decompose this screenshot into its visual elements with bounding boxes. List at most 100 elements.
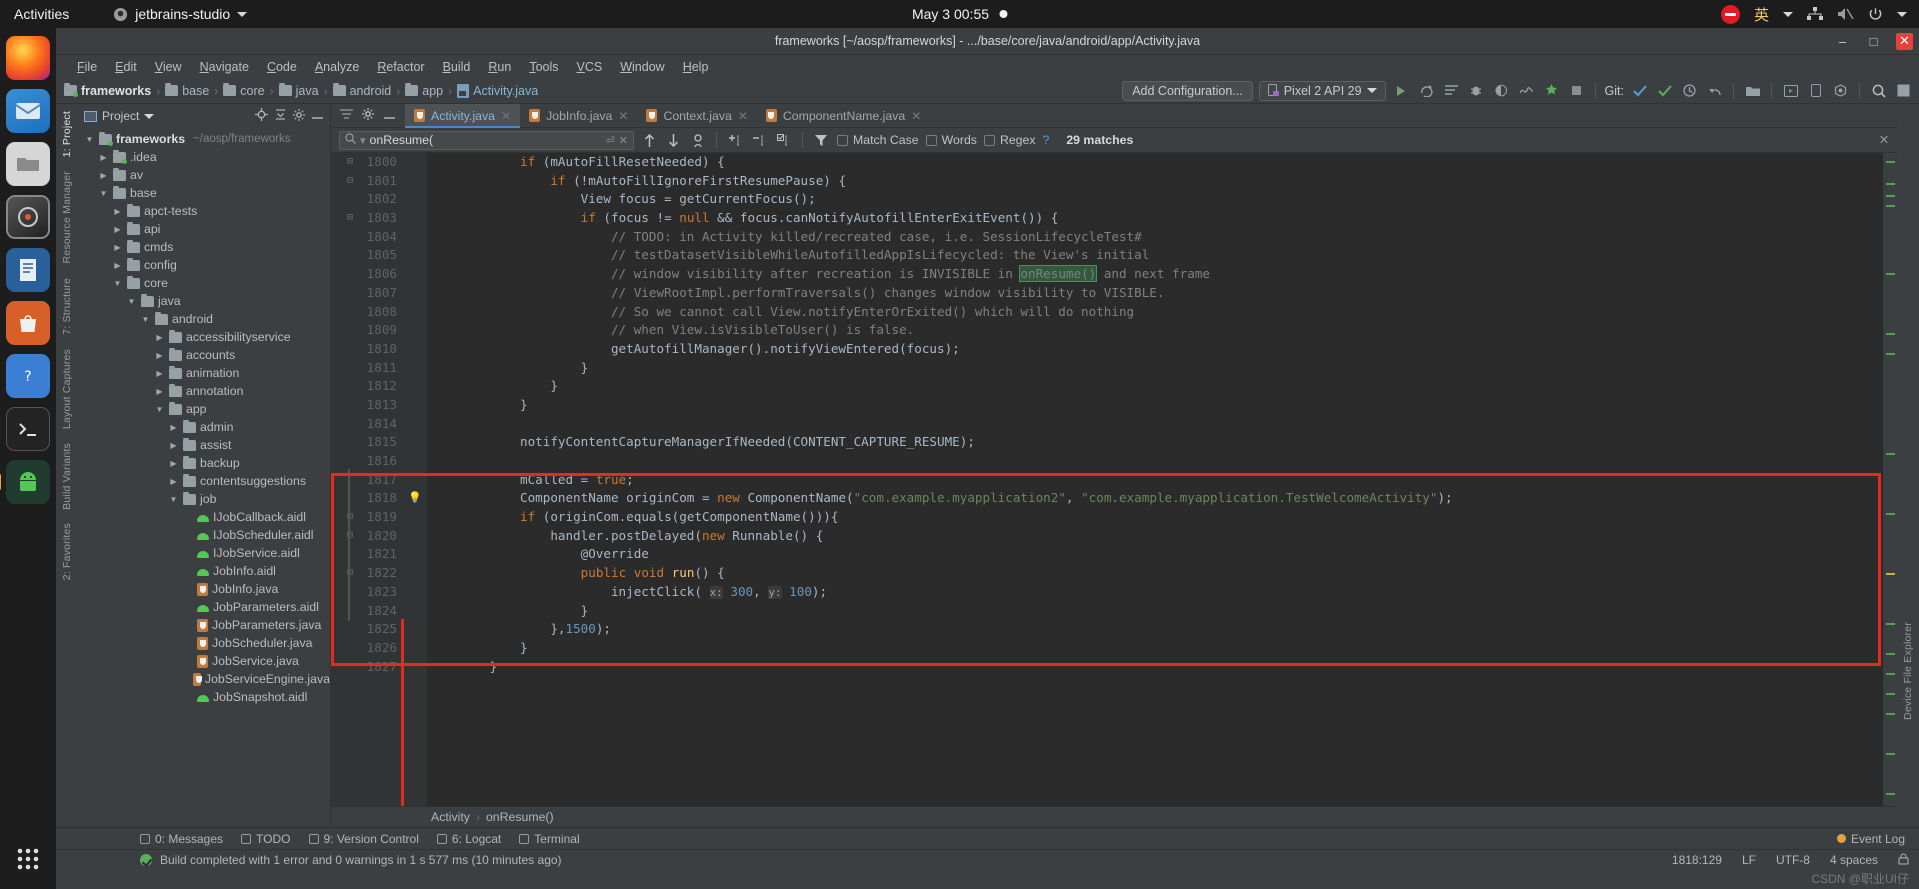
find-prev-icon[interactable]	[641, 132, 658, 149]
select-all-occurrences-icon[interactable]	[689, 132, 706, 149]
tree-node[interactable]: ▼ core	[78, 274, 330, 292]
tree-node[interactable]: ▶ cmds	[78, 238, 330, 256]
code-line[interactable]: }	[429, 359, 1883, 378]
chevron-right-icon[interactable]: ▶	[168, 477, 179, 486]
remove-selection-icon[interactable]	[751, 132, 768, 149]
code-breadcrumb-item[interactable]: onResume()	[486, 810, 554, 824]
code-line[interactable]: mCalled = true;	[429, 471, 1883, 490]
intention-bulb-icon[interactable]: 💡	[403, 489, 427, 508]
rail-item-layout-captures[interactable]: Layout Captures	[61, 342, 73, 436]
tool-window-messages[interactable]: 0: Messages	[140, 832, 223, 846]
search-match-marker[interactable]	[1886, 653, 1895, 655]
chevron-right-icon[interactable]: ▶	[154, 351, 165, 360]
locate-icon[interactable]	[255, 108, 268, 124]
line-separator[interactable]: LF	[1742, 853, 1756, 867]
search-match-marker[interactable]	[1886, 673, 1895, 675]
chevron-down-icon[interactable]: ▼	[140, 315, 151, 324]
code-line[interactable]: // ViewRootImpl.performTraversals() chan…	[429, 284, 1883, 303]
tree-node[interactable]: JobSnapshot.aidl	[78, 688, 330, 706]
menu-tools[interactable]: Tools	[520, 58, 567, 76]
dock-item-files[interactable]	[6, 142, 50, 186]
search-match-marker[interactable]	[1886, 623, 1895, 625]
dock-item-android-studio[interactable]	[0, 460, 50, 504]
code-line[interactable]: if (mAutoFillResetNeeded) {	[429, 153, 1883, 172]
update-project-icon[interactable]	[1630, 81, 1649, 100]
activities-button[interactable]: Activities	[0, 6, 83, 22]
coverage-icon[interactable]	[1492, 81, 1511, 100]
tool-window-logcat[interactable]: 6: Logcat	[436, 832, 501, 846]
open-file-icon[interactable]	[1743, 81, 1762, 100]
search-match-marker[interactable]	[1886, 333, 1895, 335]
sort-tabs-icon[interactable]	[340, 108, 353, 123]
fold-marker-icon[interactable]: ⊟	[331, 527, 357, 546]
breadcrumb-item-activity-java[interactable]: Activity.java	[455, 83, 540, 98]
menu-run[interactable]: Run	[479, 58, 520, 76]
search-match-marker[interactable]	[1886, 573, 1895, 575]
fold-marker-icon[interactable]: ⊟	[331, 564, 357, 583]
editor-tab-jobinfo-java[interactable]: JobInfo.java ✕	[520, 104, 637, 128]
dock-item-firefox[interactable]	[6, 36, 50, 80]
chevron-down-icon[interactable]: ▼	[168, 495, 179, 504]
code-line[interactable]: // testDatasetVisibleWhileAutofilledAppI…	[429, 246, 1883, 265]
chevron-down-icon[interactable]: ▼	[98, 189, 109, 198]
code-line[interactable]: // TODO: in Activity killed/recreated ca…	[429, 228, 1883, 247]
menu-file[interactable]: File	[68, 58, 106, 76]
stop-icon[interactable]	[1567, 81, 1586, 100]
settings-icon[interactable]	[293, 108, 305, 124]
tree-node[interactable]: ▼ base	[78, 184, 330, 202]
code-line[interactable]: @Override	[429, 545, 1883, 564]
search-history-chevron-icon[interactable]: ▾	[360, 134, 366, 147]
menu-analyze[interactable]: Analyze	[306, 58, 368, 76]
menu-view[interactable]: View	[146, 58, 191, 76]
dock-item-help[interactable]: ?	[6, 354, 50, 398]
chevron-right-icon[interactable]: ▶	[168, 459, 179, 468]
chevron-right-icon[interactable]: ▶	[168, 441, 179, 450]
close-tab-icon[interactable]: ✕	[501, 109, 511, 123]
menu-window[interactable]: Window	[611, 58, 673, 76]
tree-node[interactable]: ▶ backup	[78, 454, 330, 472]
dock-item-rhythmbox[interactable]	[6, 195, 50, 239]
rerun-icon[interactable]	[1417, 81, 1436, 100]
file-encoding[interactable]: UTF-8	[1776, 853, 1810, 867]
rail-item-favorites[interactable]: 2: Favorites	[61, 516, 73, 587]
network-icon[interactable]	[1807, 7, 1823, 21]
filter-icon[interactable]	[813, 132, 830, 149]
chevron-right-icon[interactable]: ▶	[98, 171, 109, 180]
code-line[interactable]: public void run() {	[429, 564, 1883, 583]
hide-icon[interactable]	[383, 109, 396, 123]
select-occurrences-icon[interactable]	[775, 132, 792, 149]
editor-tab-componentname-java[interactable]: ComponentName.java ✕	[757, 104, 930, 128]
menu-help[interactable]: Help	[674, 58, 718, 76]
tree-node[interactable]: ▶ animation	[78, 364, 330, 382]
chevron-right-icon[interactable]: ▶	[154, 387, 165, 396]
tree-node[interactable]: ▶ contentsuggestions	[78, 472, 330, 490]
tree-node[interactable]: ▶ admin	[78, 418, 330, 436]
breadcrumb-item-app[interactable]: app	[403, 83, 445, 98]
code-line[interactable]: View focus = getCurrentFocus();	[429, 190, 1883, 209]
tree-node[interactable]: JobServiceEngine.java	[78, 670, 330, 688]
collapse-all-icon[interactable]	[274, 108, 287, 124]
tree-node[interactable]: JobScheduler.java	[78, 634, 330, 652]
stop-recording-icon[interactable]	[1720, 4, 1740, 24]
code-line[interactable]: // when View.isVisibleToUser() is false.	[429, 321, 1883, 340]
code-line[interactable]: }	[429, 658, 1883, 677]
search-match-marker[interactable]	[1886, 793, 1895, 795]
fold-marker-icon[interactable]: ⊟	[331, 209, 357, 228]
code-line[interactable]: }	[429, 396, 1883, 415]
tree-node[interactable]: ▼ job	[78, 490, 330, 508]
menu-build[interactable]: Build	[434, 58, 480, 76]
menu-edit[interactable]: Edit	[106, 58, 146, 76]
error-marker-bar[interactable]	[1883, 153, 1897, 806]
code-line[interactable]: if (focus != null && focus.canNotifyAuto…	[429, 209, 1883, 228]
rail-item-structure[interactable]: 7: Structure	[61, 271, 73, 342]
search-match-marker[interactable]	[1886, 273, 1895, 275]
code-breadcrumb-item[interactable]: Activity	[431, 810, 470, 824]
tree-node[interactable]: ▼ android	[78, 310, 330, 328]
tree-node[interactable]: JobInfo.java	[78, 580, 330, 598]
run-icon[interactable]	[1392, 81, 1411, 100]
chevron-right-icon[interactable]: ▶	[112, 207, 123, 216]
code-line[interactable]: notifyContentCaptureManagerIfNeeded(CONT…	[429, 433, 1883, 452]
system-menu-chevron-icon[interactable]	[1897, 11, 1907, 17]
chevron-down-icon[interactable]: ▼	[126, 297, 137, 306]
menu-navigate[interactable]: Navigate	[191, 58, 258, 76]
